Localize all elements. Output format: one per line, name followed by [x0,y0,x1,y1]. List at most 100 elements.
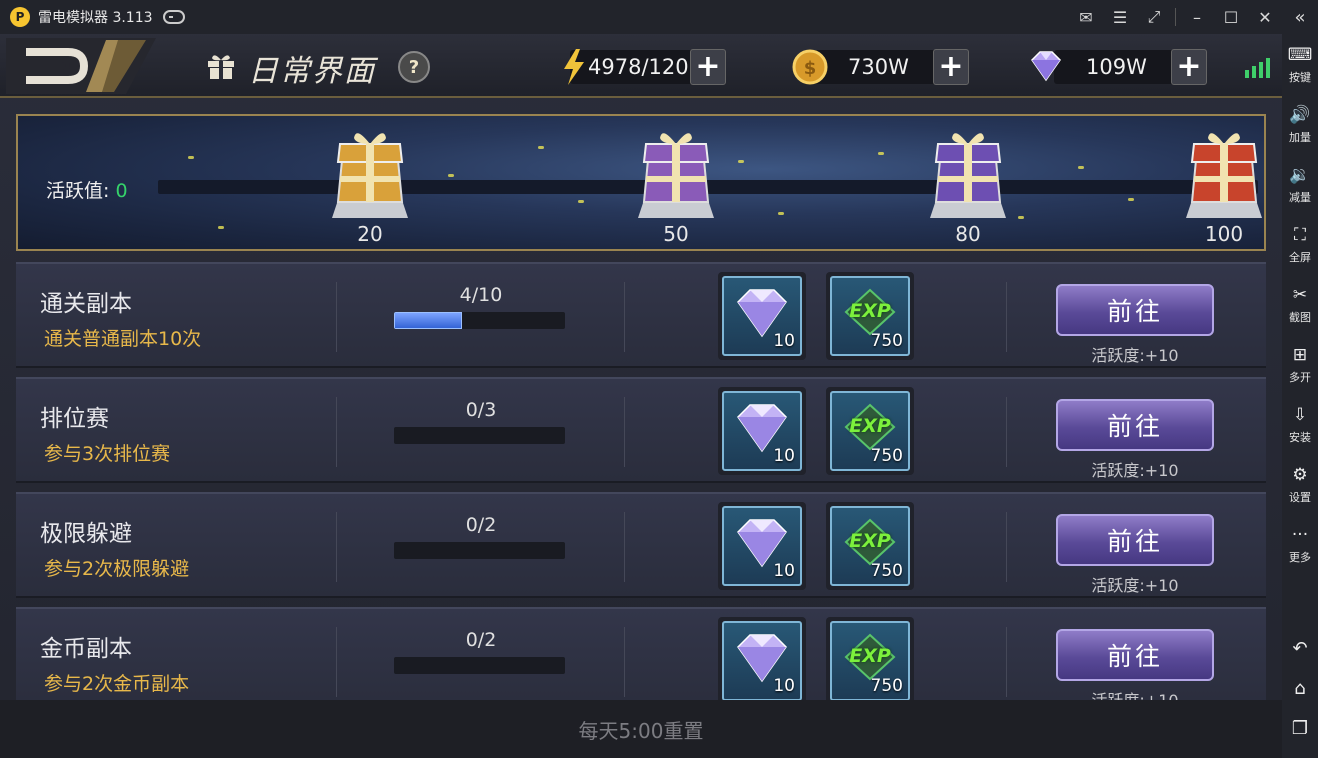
task-name: 排位赛 [40,406,109,432]
exp-reward[interactable]: EXP 750 [830,276,910,356]
task-progress-bar [394,427,565,444]
diamond-reward[interactable]: 10 [722,506,802,586]
sidebar-item-fullscreen[interactable]: ⛶ 全屏 [1282,214,1318,274]
exp-label: EXP [849,300,891,322]
reward-quantity: 750 [870,561,903,581]
sidebar-item-volume-down[interactable]: 🔉 减量 [1282,154,1318,214]
mail-icon[interactable]: ✉ [1069,0,1103,34]
reward-quantity: 750 [870,446,903,466]
task-description: 参与2次极限躲避 [44,558,190,580]
diamond-reward[interactable]: 10 [722,391,802,471]
treasure-chest-icon[interactable] [634,122,718,222]
maximize-button[interactable]: ☐ [1214,0,1248,34]
back-button[interactable] [6,38,156,94]
go-button[interactable]: 前往 [1056,399,1214,451]
reward-quantity: 10 [773,331,795,351]
row-divider [1006,627,1007,697]
emulator-window: P 雷电模拟器 3.113 ✉ ☰ ⤢ – ☐ ✕ « ⌨ 按键 🔊 加量 🔉 减量… [0,0,1318,758]
resize-icon[interactable]: ⤢ [1137,0,1171,34]
sidebar-item-multi-open[interactable]: ⊞ 多开 [1282,334,1318,394]
activity-points: 活跃度:+10 [1091,461,1179,480]
add-gold-button[interactable]: + [933,49,969,85]
row-divider [336,627,337,697]
task-description: 参与3次排位赛 [44,443,171,465]
gold-value: 730W [848,55,909,79]
exp-reward[interactable]: EXP 750 [830,506,910,586]
add-diamond-button[interactable]: + [1171,49,1207,85]
sidebar-item-label: 更多 [1289,550,1311,564]
exp-label: EXP [849,415,891,437]
help-button[interactable]: ? [398,51,430,83]
activity-points: 活跃度:+10 [1091,346,1179,365]
gift-icon [208,55,234,79]
row-divider [624,397,625,467]
back-icon[interactable]: ↶ [1282,628,1318,668]
milestone-value: 100 [1204,222,1244,246]
home-icon[interactable]: ⌂ [1282,668,1318,708]
reward-quantity: 10 [773,676,795,696]
volume-up-icon: 🔊 [1289,104,1311,125]
sidebar-item-settings[interactable]: ⚙ 设置 [1282,454,1318,514]
row-divider [1006,512,1007,582]
treasure-chest-icon[interactable] [1182,122,1266,222]
row-divider [336,512,337,582]
lightning-icon [564,49,584,85]
row-divider [624,282,625,352]
diamond-reward[interactable]: 10 [722,276,802,356]
go-button[interactable]: 前往 [1056,284,1214,336]
row-divider [336,397,337,467]
more-icon: ··· [1291,524,1309,545]
go-button[interactable]: 前往 [1056,629,1214,681]
task-name: 极限躲避 [40,521,132,547]
sidebar-item-volume-up[interactable]: 🔊 加量 [1282,94,1318,154]
sidebar-item-scissors[interactable]: ✂ 截图 [1282,274,1318,334]
sidebar-item-more[interactable]: ··· 更多 [1282,514,1318,574]
close-button[interactable]: ✕ [1248,0,1282,34]
treasure-chest-icon[interactable] [328,122,412,222]
game-viewport: 日常界面 ? 4978/120 + $ 730W + 109W + 活跃值: 0… [0,34,1282,758]
energy-counter: 4978/120 + [560,48,730,86]
scissors-icon: ✂ [1292,284,1308,305]
task-row: 金币副本 参与2次金币副本 0/2 10 EXP 750 前往 活跃度:+10 [16,607,1266,713]
activity-label: 活跃值: 0 [46,180,128,202]
task-progress-text: 4/10 [459,284,503,306]
task-row: 通关副本 通关普通副本10次 4/10 10 EXP 750 前往 活跃度:+1 [16,262,1266,368]
sidebar-item-label: 多开 [1289,370,1311,384]
sidebar-item-label: 加量 [1289,130,1311,144]
diamond-counter: 109W + [1024,48,1214,86]
task-progress-bar [394,542,565,559]
recent-apps-icon[interactable]: ❐ [1282,708,1318,748]
menu-icon[interactable]: ☰ [1103,0,1137,34]
go-button[interactable]: 前往 [1056,514,1214,566]
fullscreen-icon: ⛶ [1294,224,1306,245]
minimize-button[interactable]: – [1180,0,1214,34]
energy-value: 4978/120 [588,55,689,79]
multi-open-icon: ⊞ [1292,344,1308,365]
collapse-sidebar-icon[interactable]: « [1294,0,1305,34]
diamond-reward[interactable]: 10 [722,621,802,701]
task-progress-text: 0/2 [465,514,497,536]
task-progress-bar [394,312,565,329]
reward-quantity: 10 [773,446,795,466]
sidebar-item-label: 按键 [1289,70,1311,84]
keyboard-icon: ⌨ [1287,44,1313,65]
row-divider [1006,397,1007,467]
exp-reward[interactable]: EXP 750 [830,621,910,701]
sidebar-item-apk-install[interactable]: ⇩ 安装 [1282,394,1318,454]
sidebar-item-label: 截图 [1289,310,1311,324]
treasure-chest-icon[interactable] [926,122,1010,222]
add-energy-button[interactable]: + [690,49,726,85]
gamepad-icon[interactable] [162,10,185,24]
settings-icon: ⚙ [1292,464,1308,485]
task-name: 通关副本 [40,291,132,317]
gold-coin-icon: $ [792,49,828,85]
row-divider [624,627,625,697]
task-progress-text: 0/2 [465,629,497,651]
window-controls: ✉ ☰ ⤢ – ☐ ✕ [1069,0,1282,34]
exp-reward[interactable]: EXP 750 [830,391,910,471]
sidebar-item-keyboard[interactable]: ⌨ 按键 [1282,34,1318,94]
volume-down-icon: 🔉 [1289,164,1311,185]
emulator-titlebar: P 雷电模拟器 3.113 ✉ ☰ ⤢ – ☐ ✕ [0,0,1282,34]
row-divider [1006,282,1007,352]
apk-install-icon: ⇩ [1292,404,1308,425]
